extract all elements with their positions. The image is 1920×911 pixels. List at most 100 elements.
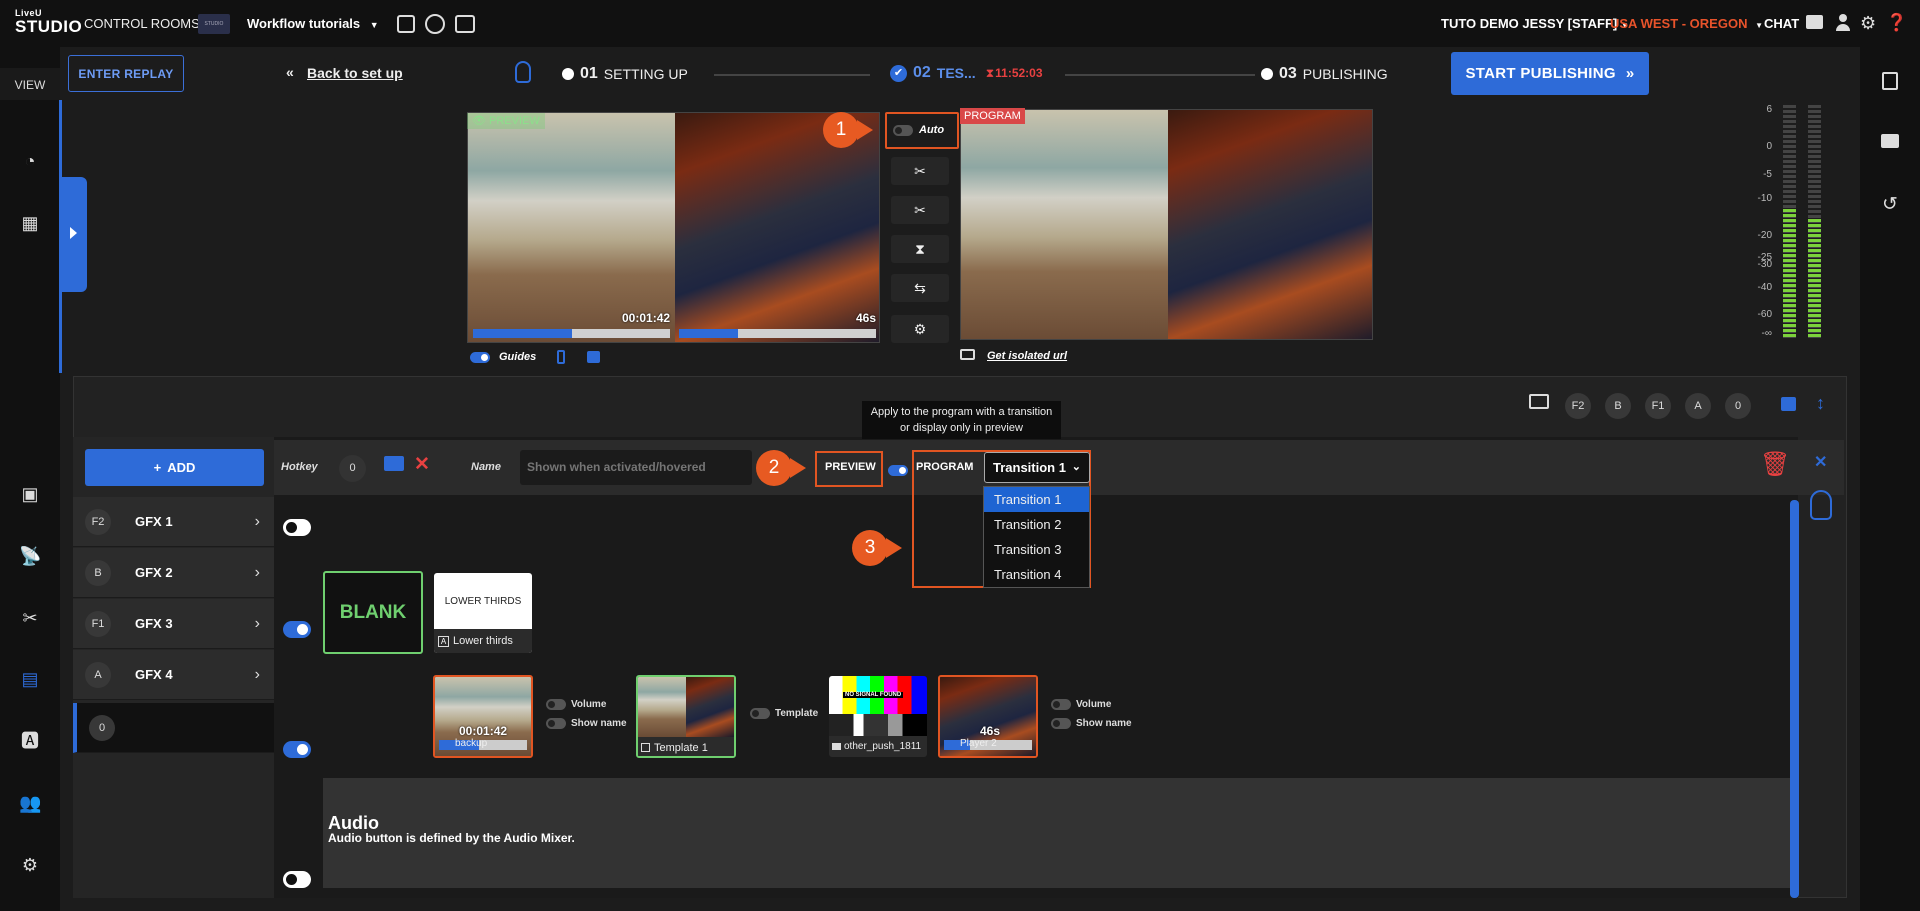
preview-monitor[interactable]: 00:01:42 46s <box>467 112 880 343</box>
camera-icon[interactable]: ▣ <box>19 483 41 505</box>
layer-3-toggle[interactable] <box>283 741 311 758</box>
auto-toggle[interactable]: Auto <box>893 124 944 136</box>
mode-toggle[interactable] <box>888 463 908 481</box>
progress-fill <box>473 329 572 338</box>
hotkey-f1[interactable]: F1 <box>1645 393 1671 419</box>
hotkey-b[interactable]: B <box>1605 393 1631 419</box>
add-gfx-button[interactable]: + ADD <box>85 449 264 486</box>
back-to-setup-link[interactable]: Back to set up <box>307 65 403 81</box>
name-input[interactable] <box>520 450 752 485</box>
help-icon[interactable]: ❓ <box>1886 13 1907 33</box>
left-sidebar <box>0 47 60 911</box>
transition-select[interactable]: Transition 1 ⌄ <box>984 452 1090 483</box>
support-icon[interactable] <box>425 14 445 34</box>
cut-transition-button[interactable]: ✂ <box>891 157 949 185</box>
preview-mode-button[interactable]: PREVIEW <box>825 461 876 473</box>
player-volume-toggle[interactable]: Volume <box>1051 699 1111 710</box>
guests-icon[interactable]: 👥 <box>19 792 41 814</box>
keyboard-icon[interactable] <box>1529 394 1549 409</box>
region-selector[interactable]: USA WEST - OREGON ▼ <box>1610 16 1763 31</box>
lightbulb-icon[interactable] <box>515 61 531 83</box>
layout-icon[interactable] <box>455 15 475 33</box>
transition-option-3[interactable]: Transition 3 <box>984 537 1089 562</box>
step-setting-up[interactable]: 01 SETTING UP <box>562 65 688 83</box>
hotkey-f2[interactable]: F2 <box>1565 393 1591 419</box>
video-icon[interactable] <box>1881 134 1899 148</box>
start-publishing-button[interactable]: START PUBLISHING » <box>1451 52 1649 95</box>
mixer-icon[interactable]: ⚙ <box>19 854 41 876</box>
control-rooms-link[interactable]: CONTROL ROOMS <box>84 16 200 31</box>
player-show-name-toggle[interactable]: Show name <box>1051 718 1132 729</box>
delete-icon[interactable]: 🗑 <box>1760 450 1790 479</box>
close-icon[interactable]: ✕ <box>414 453 430 476</box>
transition-option-4[interactable]: Transition 4 <box>984 562 1089 587</box>
undo-icon[interactable]: ↺ <box>1882 193 1898 216</box>
volume-toggle[interactable]: Volume <box>546 699 606 710</box>
layer-1-toggle[interactable] <box>283 519 311 536</box>
volume-switch[interactable] <box>1051 699 1071 710</box>
scissors-icon[interactable]: ✂ <box>19 607 41 629</box>
calendar-icon[interactable] <box>397 15 415 33</box>
mode-switch[interactable] <box>888 465 908 476</box>
close-icon[interactable]: ✕ <box>1814 452 1827 472</box>
copy-icon[interactable] <box>587 351 600 363</box>
layer-2-toggle[interactable] <box>283 621 311 638</box>
chat-icon[interactable] <box>1806 15 1823 29</box>
mobile-icon[interactable] <box>557 350 565 364</box>
chat-button[interactable]: CHAT <box>1764 16 1799 31</box>
swap-button[interactable]: ⇆ <box>891 274 949 302</box>
expand-panel-tab[interactable] <box>60 177 87 292</box>
user-icon[interactable] <box>1836 14 1850 32</box>
backup-source-tile[interactable]: 00:01:42 backup <box>433 675 533 758</box>
show-name-switch[interactable] <box>546 718 566 729</box>
gfx-row-5-active[interactable]: 0 <box>73 703 274 753</box>
hotkey-value[interactable]: 0 <box>339 455 366 482</box>
auto-switch[interactable] <box>893 124 913 136</box>
room-selector[interactable]: Workflow tutorials ▼ <box>247 16 379 31</box>
other-push-tile[interactable]: NO SIGNAL FOUND other_push_1811 <box>829 676 927 757</box>
player-2-tile[interactable]: 46s Player 2 <box>938 675 1038 758</box>
program-monitor[interactable] <box>960 109 1373 340</box>
graphics-icon[interactable]: ▤ <box>19 668 41 690</box>
step-publishing[interactable]: 03 PUBLISHING <box>1261 65 1388 83</box>
gfx-row-1[interactable]: F2 GFX 1 › <box>73 497 274 547</box>
vu-scale-label: -60 <box>1757 309 1772 320</box>
lower-thirds-tile[interactable]: LOWER THIRDS A Lower thirds <box>434 573 532 653</box>
copy-icon[interactable] <box>1781 397 1796 411</box>
transition-option-1[interactable]: Transition 1 <box>984 487 1089 512</box>
transition-option-2[interactable]: Transition 2 <box>984 512 1089 537</box>
user-menu[interactable]: TUTO DEMO JESSY [STAFF] ▼ <box>1441 16 1629 31</box>
enter-replay-button[interactable]: ENTER REPLAY <box>68 55 184 92</box>
transition-settings-button[interactable]: ⚙ <box>891 315 949 343</box>
step-testing[interactable]: ✔ 02 TES... ⧗ 11:52:03 <box>890 64 1043 82</box>
gfx-row-2[interactable]: B GFX 2 › <box>73 548 274 598</box>
text-overlay-icon[interactable]: 🅰 <box>19 730 41 752</box>
gfx-row-4[interactable]: A GFX 4 › <box>73 650 274 700</box>
dashboard-icon[interactable]: ◔ <box>19 150 41 172</box>
resize-vertical-icon[interactable]: ↕ <box>1816 393 1825 414</box>
gfx-row-3[interactable]: F1 GFX 3 › <box>73 599 274 649</box>
fade-transition-button[interactable]: ⧗ <box>891 235 949 263</box>
volume-switch[interactable] <box>546 699 566 710</box>
layout-grid-icon[interactable]: ▦ <box>19 212 41 234</box>
gear-icon[interactable]: ⚙ <box>1860 13 1876 34</box>
guides-toggle[interactable]: Guides <box>470 351 536 363</box>
guides-switch[interactable] <box>470 351 490 363</box>
blank-tile[interactable]: BLANK <box>323 571 423 654</box>
template-toggle[interactable]: Template <box>750 708 818 719</box>
keyboard-icon[interactable] <box>384 456 404 471</box>
show-name-toggle[interactable]: Show name <box>546 718 627 729</box>
audio-toggle[interactable] <box>283 871 311 888</box>
liveu-studio-logo[interactable]: LiveU STUDIO <box>15 9 82 36</box>
hotkey-0[interactable]: 0 <box>1725 393 1751 419</box>
lightbulb-icon[interactable] <box>1810 490 1832 520</box>
template-switch[interactable] <box>750 708 770 719</box>
notes-icon[interactable] <box>1882 72 1898 90</box>
show-name-switch[interactable] <box>1051 718 1071 729</box>
template-1-tile[interactable]: Template 1 <box>636 675 736 758</box>
mix-transition-button[interactable]: ✂ <box>891 196 949 224</box>
panel-scrollbar[interactable] <box>1790 500 1799 898</box>
hotkey-a[interactable]: A <box>1685 393 1711 419</box>
broadcast-icon[interactable]: 📡 <box>19 545 41 567</box>
get-isolated-url-link[interactable]: Get isolated url <box>987 350 1067 362</box>
